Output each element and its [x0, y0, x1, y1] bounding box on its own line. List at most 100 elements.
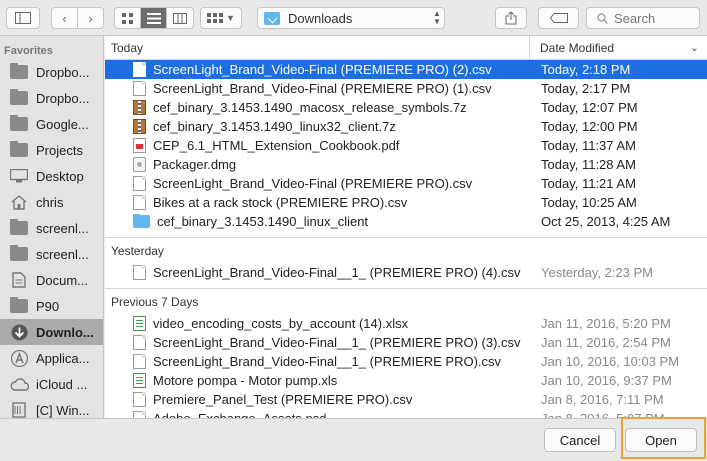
search-input[interactable]	[614, 10, 694, 26]
name-column-header[interactable]: Today	[105, 36, 530, 59]
document-icon	[133, 392, 146, 407]
list-view-button[interactable]	[140, 8, 168, 28]
sidebar-item[interactable]: Projects	[0, 137, 103, 163]
file-name-cell: Adobe_Exchange_Assets.psd	[105, 411, 530, 418]
search-field[interactable]	[586, 7, 700, 29]
date-modified-label: Date Modified	[540, 40, 615, 55]
file-row[interactable]: ScreenLight_Brand_Video-Final__1_ (PREMI…	[105, 333, 707, 352]
file-name-cell: ScreenLight_Brand_Video-Final__1_ (PREMI…	[105, 265, 530, 280]
location-popup[interactable]: Downloads ▲ ▼	[257, 7, 445, 29]
file-date: Today, 10:25 AM	[541, 195, 637, 210]
sidebar-item-label: screenl...	[36, 220, 89, 236]
file-date: Today, 2:18 PM	[541, 62, 631, 77]
file-list: ScreenLight_Brand_Video-Final (PREMIERE …	[105, 60, 707, 418]
file-name-cell: Motore pompa - Motor pump.xls	[105, 373, 530, 388]
sidebar-section-title: Favorites	[4, 45, 53, 57]
applications-icon	[9, 349, 29, 367]
file-name: Packager.dmg	[153, 157, 237, 172]
file-row[interactable]: Premiere_Panel_Test (PREMIERE PRO).csv Ja…	[105, 390, 707, 409]
sidebar-item-label: Dropbo...	[36, 90, 90, 106]
file-name-cell: ScreenLight_Brand_Video-Final__1_ (PREMI…	[105, 335, 530, 350]
file-name-cell: ScreenLight_Brand_Video-Final (PREMIERE …	[105, 176, 530, 191]
file-row[interactable]: CEP_6.1_HTML_Extension_Cookbook.pdf Today…	[105, 136, 707, 155]
file-name: Adobe_Exchange_Assets.psd	[153, 411, 326, 418]
search-icon	[597, 12, 608, 24]
file-row[interactable]: ScreenLight_Brand_Video-Final__1_ (PREMI…	[105, 352, 707, 371]
file-row[interactable]: Motore pompa - Motor pump.xls Jan 10, 201…	[105, 371, 707, 390]
downloads-icon	[9, 324, 29, 340]
sidebar-item[interactable]: screenl...	[0, 241, 103, 267]
file-name: ScreenLight_Brand_Video-Final (PREMIERE …	[153, 176, 473, 191]
file-row[interactable]: cef_binary_3.1453.1490_linux32_client.7z…	[105, 117, 707, 136]
file-row[interactable]: ScreenLight_Brand_Video-Final (PREMIERE …	[105, 174, 707, 193]
folder-icon	[133, 214, 150, 228]
dialog-footer: Cancel Open	[0, 418, 707, 461]
column-header: Today Date Modified ⌄	[105, 36, 707, 60]
file-row[interactable]: ScreenLight_Brand_Video-Final (PREMIERE …	[105, 60, 707, 79]
sidebar-item[interactable]: screenl...	[0, 215, 103, 241]
cancel-button[interactable]: Cancel	[544, 428, 616, 452]
desktop-icon	[9, 168, 29, 184]
location-label: Downloads	[288, 10, 353, 26]
sidebar-item[interactable]: chris	[0, 189, 103, 215]
file-row[interactable]: Packager.dmg Today, 11:28 AM	[105, 155, 707, 174]
group-header: Yesterday	[105, 237, 707, 263]
sidebar-item[interactable]: Desktop	[0, 163, 103, 189]
home-icon	[9, 194, 29, 210]
spreadsheet-icon	[133, 316, 146, 331]
icon-view-button[interactable]	[115, 8, 141, 28]
back-forward-control: ‹ ›	[51, 7, 104, 29]
document-icon	[133, 195, 146, 210]
sidebar-item-label: [C] Win...	[36, 402, 90, 418]
sidebar-item-label: Applica...	[36, 350, 90, 366]
sidebar-item[interactable]: P90	[0, 293, 103, 319]
sidebar-item-label: Google...	[36, 116, 89, 132]
file-name-cell: Bikes at a rack stock (PREMIERE PRO).csv	[105, 195, 530, 210]
document-icon	[133, 335, 146, 350]
chevron-left-icon: ‹	[62, 10, 67, 26]
file-browser: Today Date Modified ⌄ ScreenLight_Brand_…	[105, 36, 707, 418]
file-name-cell: Packager.dmg	[105, 157, 530, 172]
back-button[interactable]: ‹	[52, 8, 78, 28]
file-row[interactable]: Bikes at a rack stock (PREMIERE PRO).csv…	[105, 193, 707, 212]
file-row[interactable]: cef_binary_3.1453.1490_macosx_release_sy…	[105, 98, 707, 117]
arrange-button[interactable]: ▼	[200, 7, 242, 29]
group-header: Previous 7 Days	[105, 288, 707, 314]
file-name: Motore pompa - Motor pump.xls	[153, 373, 338, 388]
sidebar-item[interactable]: iCloud ...	[0, 371, 103, 397]
sidebar-item[interactable]: Dropbo...	[0, 85, 103, 111]
folder-icon	[9, 297, 29, 314]
file-name: ScreenLight_Brand_Video-Final (PREMIERE …	[153, 62, 492, 77]
forward-button[interactable]: ›	[78, 8, 103, 28]
sidebar-item[interactable]: [C] Win...	[0, 397, 103, 418]
date-modified-column-header[interactable]: Date Modified ⌄	[530, 36, 707, 59]
sidebar-item-label: Downlo...	[36, 324, 94, 340]
sidebar-item[interactable]: Google...	[0, 111, 103, 137]
cloud-icon	[9, 376, 29, 392]
chevron-down-icon: ▼	[226, 13, 235, 23]
downloads-folder-icon	[264, 11, 280, 25]
file-row[interactable]: cef_binary_3.1453.1490_linux_client Oct 2…	[105, 212, 707, 231]
file-row[interactable]: Adobe_Exchange_Assets.psd Jan 8, 2016, 5:…	[105, 409, 707, 418]
sidebar-item[interactable]: Dropbo...	[0, 59, 103, 85]
tag-button[interactable]	[538, 7, 579, 29]
chevron-right-icon: ›	[88, 10, 93, 26]
file-row[interactable]: video_encoding_costs_by_account (14).xls…	[105, 314, 707, 333]
open-button[interactable]: Open	[625, 428, 697, 452]
sidebar-toggle-button[interactable]	[6, 7, 40, 29]
share-icon	[505, 11, 517, 25]
columns-icon	[173, 12, 188, 24]
file-name: ScreenLight_Brand_Video-Final__1_ (PREMI…	[153, 265, 521, 280]
sidebar-icon	[15, 12, 31, 24]
sidebar-item[interactable]: Applica...	[0, 345, 103, 371]
file-row[interactable]: ScreenLight_Brand_Video-Final (PREMIERE …	[105, 79, 707, 98]
sidebar-item-label: Docum...	[36, 272, 89, 288]
share-button[interactable]	[495, 7, 527, 29]
column-view-button[interactable]	[167, 8, 193, 28]
updown-arrows-icon: ▲ ▼	[433, 9, 441, 26]
file-row[interactable]: ScreenLight_Brand_Video-Final__1_ (PREMI…	[105, 263, 707, 282]
disk-image-icon	[133, 157, 146, 172]
sidebar-item[interactable]: Downlo...	[0, 319, 103, 345]
file-name-cell: cef_binary_3.1453.1490_linux_client	[105, 214, 530, 229]
sidebar-item[interactable]: Docum...	[0, 267, 103, 293]
